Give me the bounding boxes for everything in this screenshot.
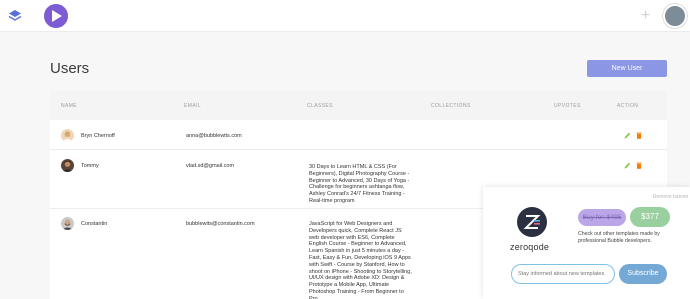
column-header-upvotes: UPVOTES [554, 103, 581, 109]
play-logo-icon [52, 10, 62, 22]
zeroqode-logo [517, 207, 547, 237]
user-name: Tommy [81, 163, 99, 169]
brand-name: zeroqode [510, 242, 550, 252]
table-header: NAME EMAIL CLASSES COLLECTIONS UPVOTES A… [50, 91, 667, 120]
edit-icon[interactable] [624, 162, 631, 169]
promo-banner: Remove banner zeroqode Buy for: $495 $37… [483, 187, 690, 299]
delete-icon[interactable] [636, 162, 642, 169]
column-header-email: EMAIL [184, 103, 202, 109]
subscribe-button[interactable]: Subscribe [619, 264, 667, 284]
old-price-button[interactable]: Buy for: $495 [578, 209, 626, 226]
column-header-classes: CLASSES [307, 103, 333, 109]
plus-icon[interactable]: + [641, 8, 650, 24]
price-button[interactable]: $377 [630, 207, 670, 227]
avatar [61, 159, 74, 172]
page-title: Users [50, 60, 90, 77]
delete-icon[interactable] [636, 132, 642, 139]
layers-icon[interactable] [8, 9, 22, 23]
edit-icon[interactable] [624, 132, 631, 139]
zeroqode-logo-icon [523, 215, 541, 229]
user-name: Bryn Chernoff [81, 133, 115, 139]
user-email: bubblewits@constantin.com [186, 221, 255, 227]
remove-banner-link[interactable]: Remove banner [653, 194, 689, 200]
row-divider [50, 149, 667, 150]
user-name: Constantin [81, 221, 108, 227]
user-email: vlad.sd@gmail.com [186, 163, 235, 169]
subscribe-email-input[interactable] [511, 264, 615, 284]
top-bar: + [0, 0, 690, 32]
user-avatar[interactable] [663, 4, 687, 28]
column-header-name: NAME [61, 103, 78, 109]
user-classes: JavaScript for Web Designers and Develop… [309, 221, 412, 299]
promo-description: Check out other templates made by profes… [578, 231, 660, 244]
column-header-action: ACTION [617, 103, 639, 109]
user-email: anna@bubblewits.com [186, 133, 242, 139]
avatar [61, 217, 74, 230]
user-classes: 30 Days to Learn HTML & CSS (For Beginne… [309, 164, 410, 204]
new-user-button[interactable]: New User [587, 60, 667, 77]
app-logo[interactable] [44, 4, 68, 28]
column-header-collections: COLLECTIONS [431, 103, 471, 109]
avatar [61, 129, 74, 142]
